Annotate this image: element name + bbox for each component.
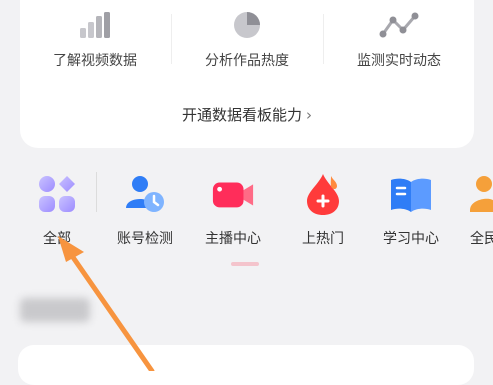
blurred-section-heading (20, 298, 90, 322)
open-book-icon (389, 172, 433, 216)
tool-label: 全部 (43, 231, 71, 247)
person-icon (470, 172, 493, 216)
bar-chart-icon (78, 10, 112, 40)
tool-label: 账号检测 (117, 231, 173, 247)
chevron-right-icon: › (306, 106, 312, 124)
grid-four-icon (35, 172, 79, 216)
tool-boost-hot[interactable]: 上热门 (282, 172, 364, 248)
page-indicator (231, 262, 259, 266)
feature-realtime-monitor[interactable]: 监测实时动态 (324, 0, 474, 80)
tool-all[interactable]: 全部 (16, 172, 98, 248)
tool-anchor-center[interactable]: 主播中心 (192, 172, 274, 248)
flame-drop-icon (301, 172, 345, 216)
account-check-icon (123, 172, 167, 216)
tool-everyone[interactable]: 全民 (446, 172, 493, 248)
open-dashboard-link[interactable]: 开通数据看板能力 › (20, 104, 474, 125)
line-trend-icon (379, 10, 419, 40)
tool-label: 全民 (470, 231, 493, 247)
bottom-card (18, 345, 474, 385)
feature-work-heat[interactable]: 分析作品热度 (172, 0, 322, 80)
tool-label: 学习中心 (383, 231, 439, 247)
open-dashboard-label: 开通数据看板能力 (181, 106, 302, 124)
feature-video-data[interactable]: 了解视频数据 (20, 0, 170, 80)
video-camera-icon (211, 172, 255, 216)
tool-divider (96, 172, 97, 212)
tool-account-check[interactable]: 账号检测 (104, 172, 186, 248)
data-dashboard-card: 了解视频数据 分析作品热度 监测实时动态 开通数据看板能力 › (20, 0, 474, 148)
tool-learning-center[interactable]: 学习中心 (370, 172, 452, 248)
tool-label: 上热门 (302, 231, 344, 247)
feature-label: 监测实时动态 (357, 53, 441, 69)
feature-label: 分析作品热度 (205, 53, 289, 69)
pie-chart-icon (232, 10, 262, 40)
feature-label: 了解视频数据 (53, 53, 137, 69)
tool-label: 主播中心 (205, 231, 261, 247)
